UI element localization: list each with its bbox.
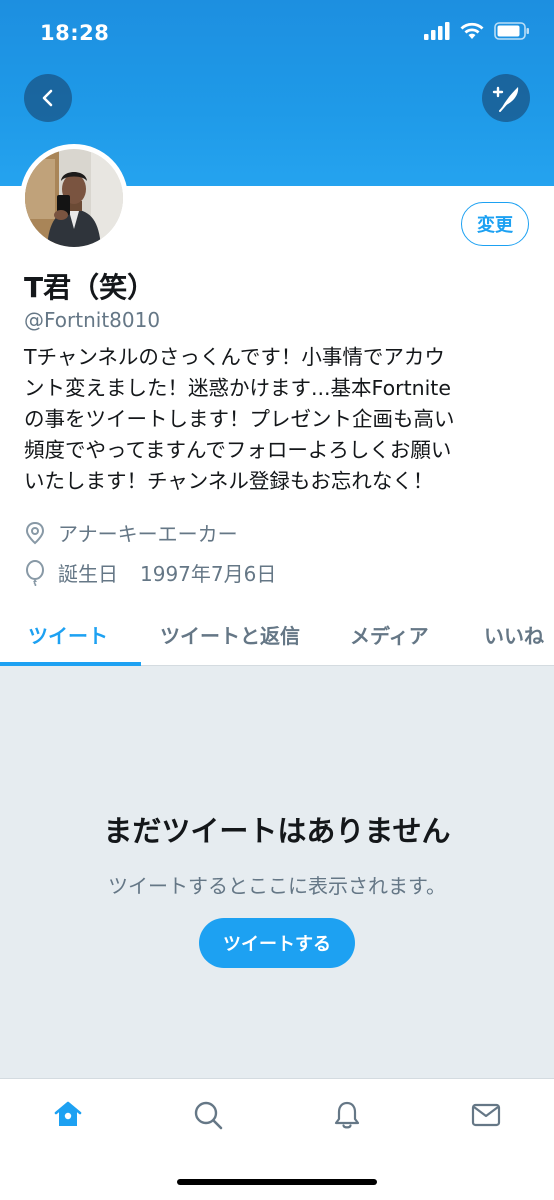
- tab-media[interactable]: メディア: [350, 620, 429, 649]
- compose-tweet-button[interactable]: [482, 74, 530, 122]
- home-indicator[interactable]: [177, 1179, 377, 1185]
- tab-tweets[interactable]: ツイート: [28, 620, 108, 649]
- edit-profile-button[interactable]: 変更: [461, 202, 529, 246]
- bio-line: いたします！チャンネル登録もお忘れなく！: [24, 469, 434, 493]
- tab-tweets-and-replies[interactable]: ツイートと返信: [160, 620, 300, 649]
- location-pin-icon: [25, 521, 45, 544]
- home-icon[interactable]: [52, 1099, 84, 1131]
- battery-icon: [494, 22, 529, 40]
- back-button[interactable]: [24, 74, 72, 122]
- bio-line: ント変えました！迷惑かけます...基本Fortnite: [24, 376, 451, 400]
- profile-location: アナーキーエーカー: [24, 518, 238, 547]
- birthday-value: 1997年7月6日: [140, 562, 277, 586]
- avatar-photo: [25, 149, 123, 247]
- profile-handle: @Fortnit8010: [24, 308, 161, 332]
- location-text: アナーキーエーカー: [58, 522, 238, 546]
- empty-state-subtitle: ツイートするとここに表示されます。: [108, 874, 446, 898]
- notifications-icon[interactable]: [331, 1099, 363, 1131]
- tab-likes[interactable]: いいね: [484, 620, 544, 649]
- bio-line: 頻度でやってますんでフォローよろしくお願い: [24, 438, 452, 462]
- profile-tabs: ツイート ツイートと返信 メディア いいね: [0, 604, 554, 666]
- status-bar: 18:28: [0, 0, 554, 66]
- status-time: 18:28: [40, 21, 110, 45]
- balloon-icon: [26, 559, 44, 586]
- profile-avatar[interactable]: [20, 144, 128, 252]
- empty-state-title: まだツイートはありません: [103, 814, 451, 848]
- messages-icon[interactable]: [470, 1099, 502, 1131]
- profile-name: T君（笑）: [24, 271, 156, 304]
- search-icon[interactable]: [192, 1099, 224, 1131]
- empty-timeline: まだツイートはありません ツイートするとここに表示されます。 ツイートする: [0, 666, 554, 1078]
- feather-plus-icon: [492, 86, 519, 112]
- tweet-button[interactable]: ツイートする: [199, 918, 355, 968]
- bio-line: の事をツイートします！プレゼント企画も高い: [24, 407, 455, 431]
- wifi-icon: [460, 22, 484, 39]
- bio-line: Tチャンネルのさっくんです！小事情でアカウ: [24, 345, 445, 369]
- birthday-label: 誕生日: [58, 562, 118, 586]
- chevron-left-icon: [42, 89, 53, 107]
- profile-bio: Tチャンネルのさっくんです！小事情でアカウ ント変えました！迷惑かけます...基…: [24, 342, 534, 497]
- status-icons: [424, 22, 530, 40]
- profile-birthday: 誕生日 1997年7月6日: [24, 558, 276, 587]
- signal-icon: [424, 22, 450, 40]
